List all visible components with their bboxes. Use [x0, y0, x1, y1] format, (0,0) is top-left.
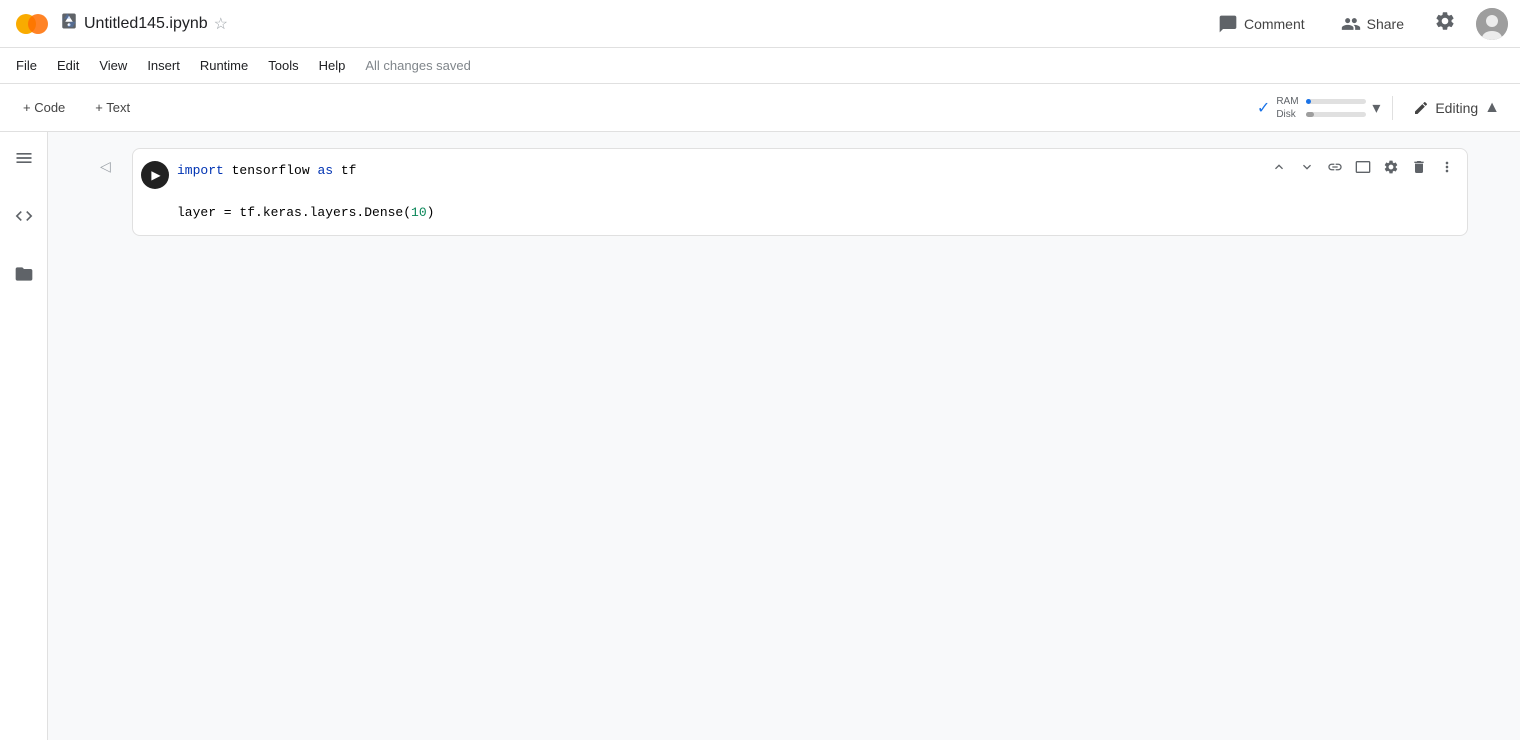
file-name[interactable]: Untitled145.ipynb	[84, 15, 208, 33]
ram-bar-background	[1306, 99, 1366, 104]
play-icon: ▶	[151, 168, 160, 182]
menu-help[interactable]: Help	[311, 54, 354, 77]
menu-runtime[interactable]: Runtime	[192, 54, 256, 77]
gear-icon	[1434, 10, 1456, 32]
menu-view[interactable]: View	[91, 54, 135, 77]
move-cell-down-button[interactable]	[1295, 155, 1319, 179]
editing-status-button[interactable]: Editing ▲	[1405, 95, 1508, 121]
cell-expand-icon[interactable]: ◁	[100, 158, 111, 175]
share-icon	[1341, 14, 1361, 34]
sidebar-icon-menu[interactable]	[6, 140, 42, 182]
add-code-button[interactable]: + Code	[12, 93, 76, 122]
code-line-2	[177, 182, 1459, 203]
resource-dropdown[interactable]: ▾	[1372, 98, 1380, 118]
cell-more-options-button[interactable]	[1435, 155, 1459, 179]
star-icon[interactable]: ☆	[214, 14, 228, 34]
sidebar-icon-files[interactable]	[6, 256, 42, 298]
delete-cell-button[interactable]	[1407, 155, 1431, 179]
save-status: All changes saved	[365, 58, 471, 73]
left-sidebar	[0, 132, 48, 740]
settings-button[interactable]	[1430, 6, 1460, 42]
code-cell[interactable]: ▶ import tensorflow as tf layer = tf.ker…	[132, 148, 1468, 236]
add-text-button[interactable]: + Text	[84, 93, 141, 122]
comment-button[interactable]: Comment	[1208, 8, 1315, 40]
run-cell-button[interactable]: ▶	[141, 161, 169, 189]
code-line-3: layer = tf.keras.layers.Dense(10)	[177, 203, 1459, 224]
connection-checkmark: ✓	[1257, 98, 1270, 118]
cell-gutter: ◁	[100, 148, 132, 175]
menu-file[interactable]: File	[8, 54, 45, 77]
drive-icon	[60, 12, 78, 35]
menu-tools[interactable]: Tools	[260, 54, 306, 77]
sidebar-icon-code[interactable]	[6, 198, 42, 240]
disk-bar-fill	[1306, 112, 1313, 117]
cell-output-button[interactable]	[1351, 155, 1375, 179]
top-bar: Untitled145.ipynb ☆ Comment Share	[0, 0, 1520, 48]
main-content: ◁	[0, 132, 1520, 740]
menu-bar: File Edit View Insert Runtime Tools Help…	[0, 48, 1520, 84]
ram-bar-fill	[1306, 99, 1311, 104]
editing-label: Editing	[1435, 100, 1478, 116]
menu-edit[interactable]: Edit	[49, 54, 87, 77]
cell-container: ◁	[84, 148, 1484, 236]
disk-bar-background	[1306, 112, 1366, 117]
toolbar-divider	[1392, 96, 1393, 120]
user-avatar[interactable]	[1476, 8, 1508, 40]
colab-logo[interactable]	[12, 4, 52, 44]
comment-icon	[1218, 14, 1238, 34]
move-cell-up-button[interactable]	[1267, 155, 1291, 179]
file-title-area: Untitled145.ipynb ☆	[60, 12, 1200, 35]
notebook-toolbar: + Code + Text ✓ RAM Disk ▾	[0, 84, 1520, 132]
ram-label: RAM	[1276, 96, 1302, 107]
pencil-icon	[1413, 100, 1429, 116]
notebook-area: ◁	[48, 132, 1520, 740]
chevron-up-icon: ▲	[1484, 99, 1500, 117]
cell-toolbar	[1267, 155, 1459, 179]
resource-usage: RAM Disk	[1276, 96, 1366, 120]
menu-insert[interactable]: Insert	[139, 54, 188, 77]
cell-settings-button[interactable]	[1379, 155, 1403, 179]
copy-cell-link-button[interactable]	[1323, 155, 1347, 179]
top-right-actions: Comment Share	[1208, 6, 1508, 42]
disk-label: Disk	[1276, 109, 1302, 120]
share-button[interactable]: Share	[1331, 8, 1414, 40]
